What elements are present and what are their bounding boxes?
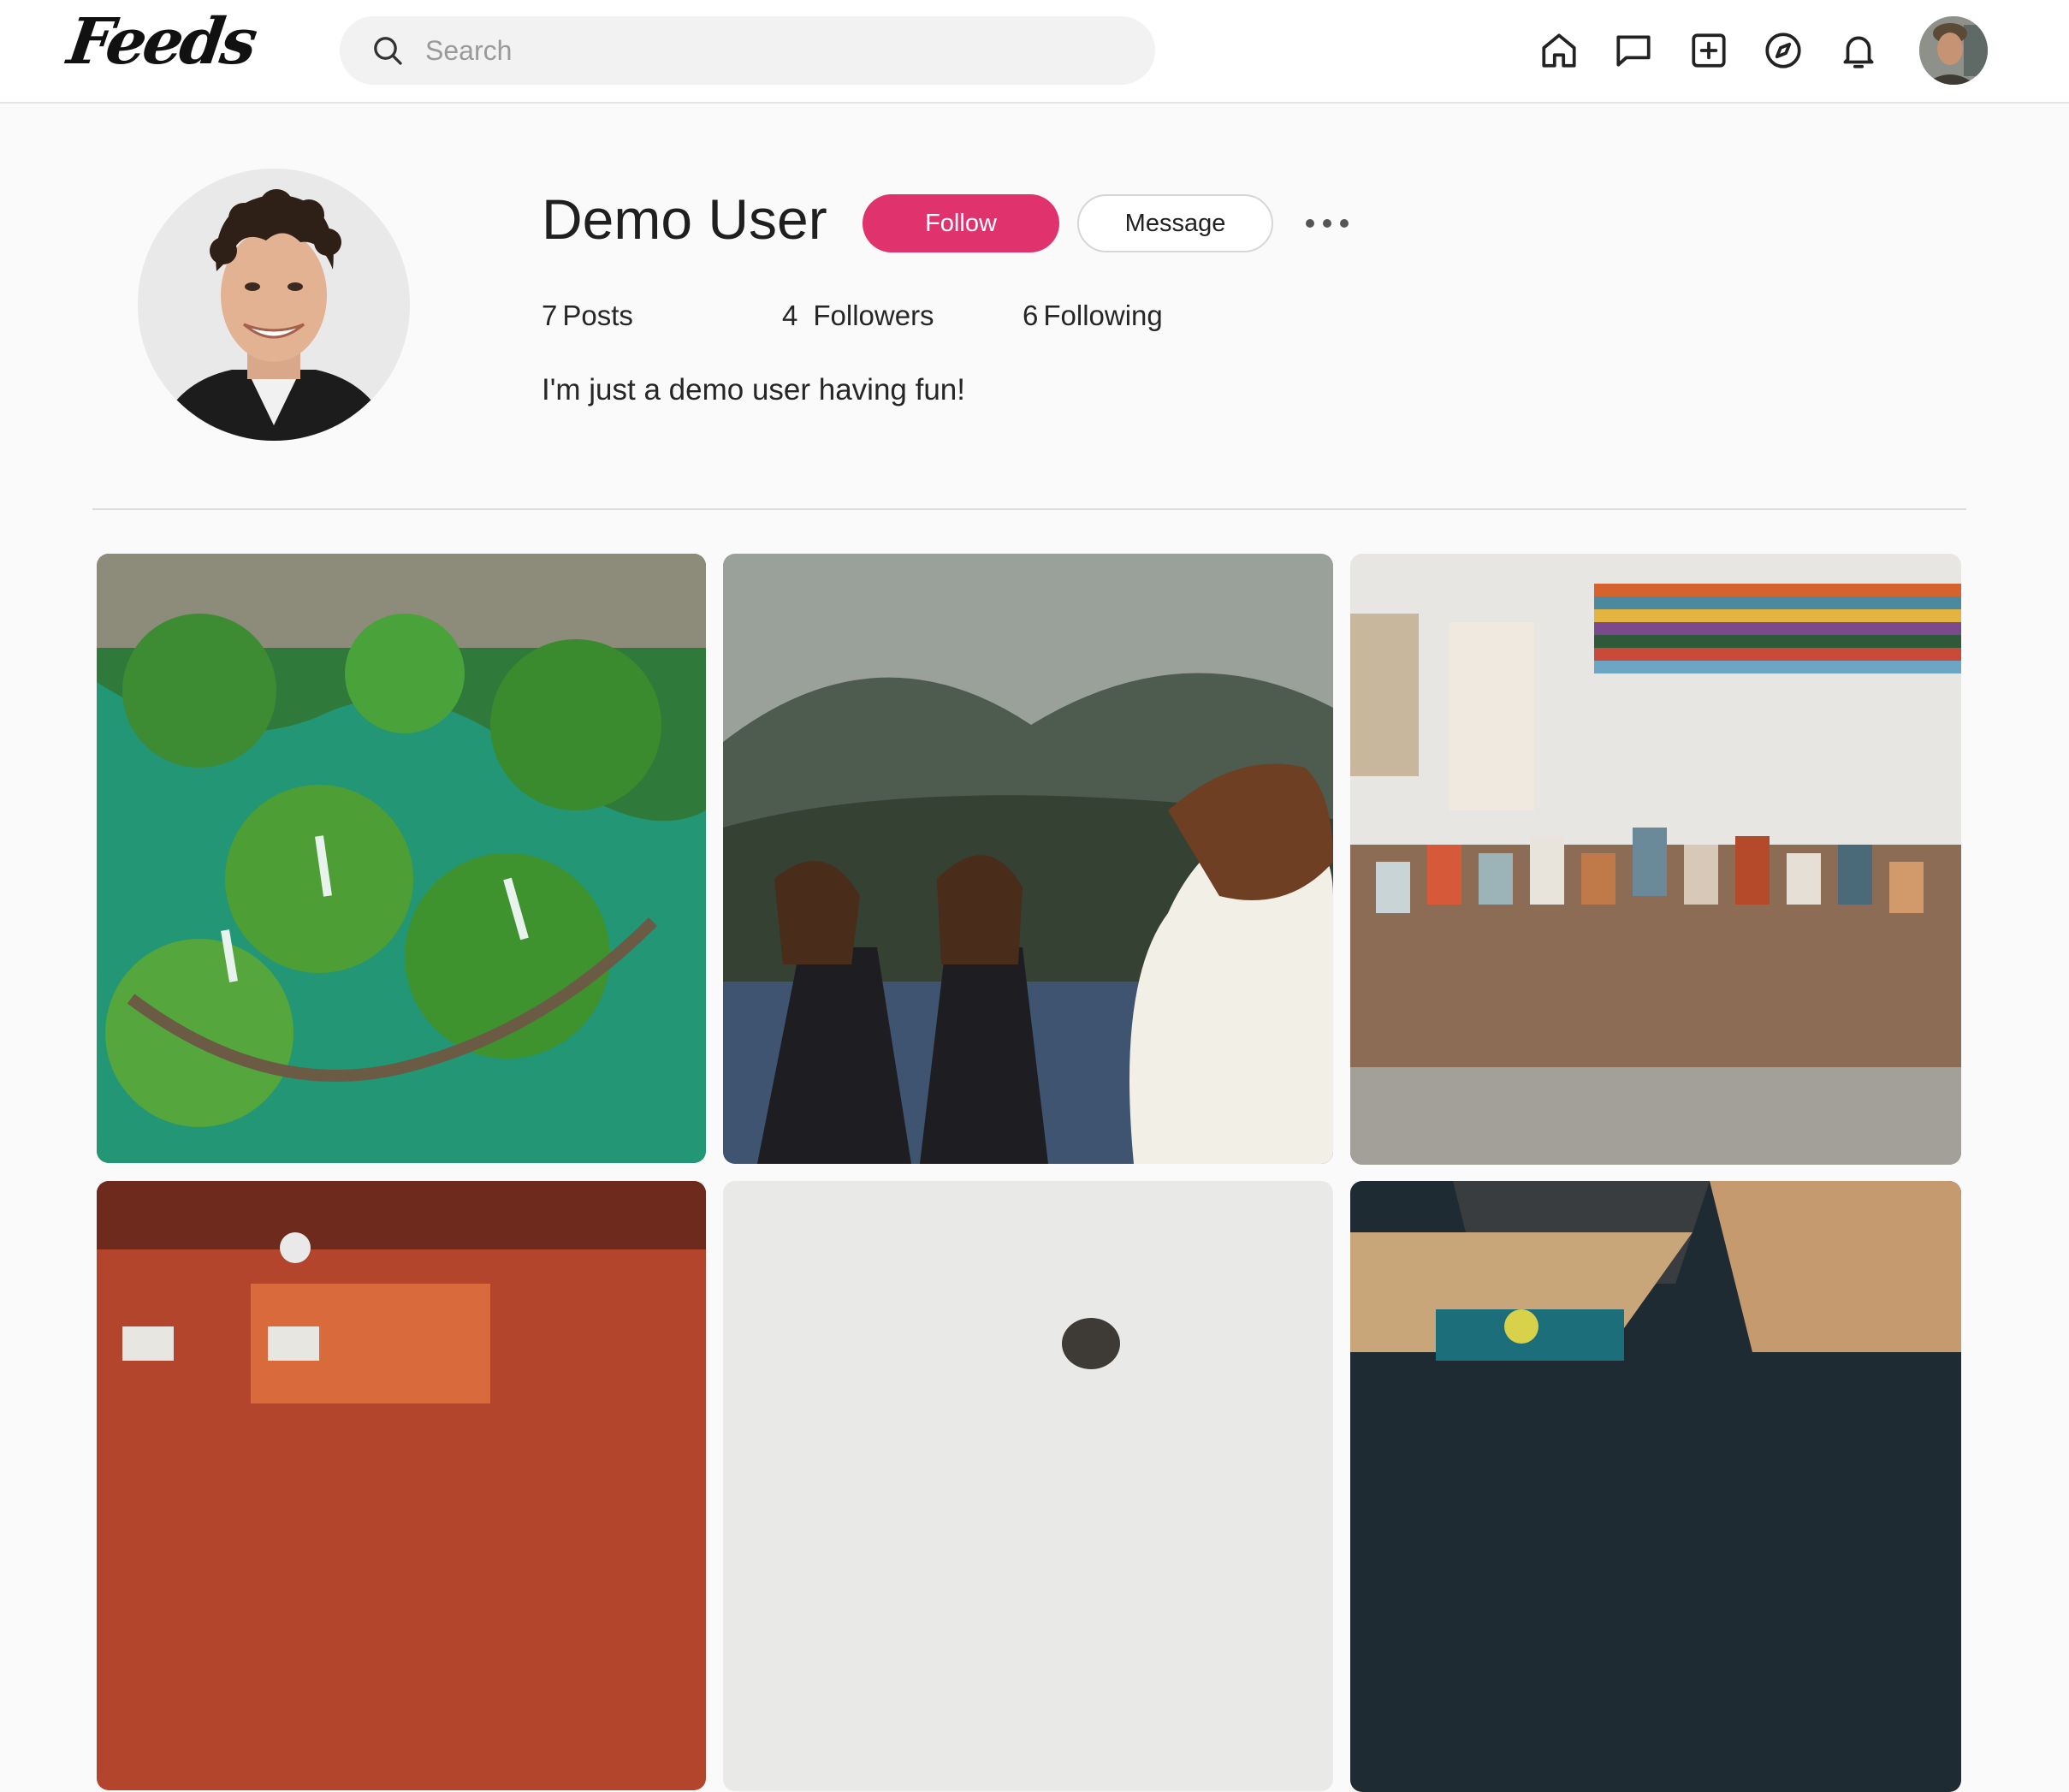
more-options-icon[interactable] [1306,207,1349,240]
post-thumbnail[interactable] [97,554,706,1163]
search-bar[interactable] [340,16,1155,85]
following-count[interactable]: 6 Following [1023,300,1163,332]
profile-avatar [138,169,410,441]
following-count-label: Following [1043,300,1163,331]
messages-icon[interactable] [1612,29,1655,72]
post-thumbnail[interactable] [723,554,1333,1164]
top-navigation-bar: Feeds [0,0,2069,104]
followers-count[interactable]: 4 Followers [782,300,934,332]
followers-count-value: 4 [782,300,798,331]
posts-count-label: Posts [562,300,633,331]
app-logo[interactable]: Feeds [63,5,258,79]
post-thumbnail[interactable] [723,1181,1333,1791]
message-button[interactable]: Message [1077,194,1273,252]
profile-divider [92,508,1966,510]
search-input[interactable] [425,27,1127,74]
post-thumbnail[interactable] [1350,1181,1961,1792]
post-thumbnail[interactable] [1350,554,1961,1165]
profile-bio: I'm just a demo user having fun! [542,373,965,406]
search-icon [374,37,402,65]
posts-count[interactable]: 7 Posts [542,300,633,332]
posts-count-value: 7 [542,300,558,331]
post-thumbnail[interactable] [97,1181,706,1790]
home-icon[interactable] [1538,29,1580,72]
profile-username: Demo User [542,187,827,251]
followers-count-label: Followers [813,300,934,331]
create-post-icon[interactable] [1687,29,1730,72]
explore-icon[interactable] [1762,29,1805,72]
follow-button[interactable]: Follow [863,194,1059,252]
following-count-value: 6 [1023,300,1039,331]
current-user-avatar[interactable] [1919,16,1988,85]
notifications-icon[interactable] [1837,29,1880,72]
